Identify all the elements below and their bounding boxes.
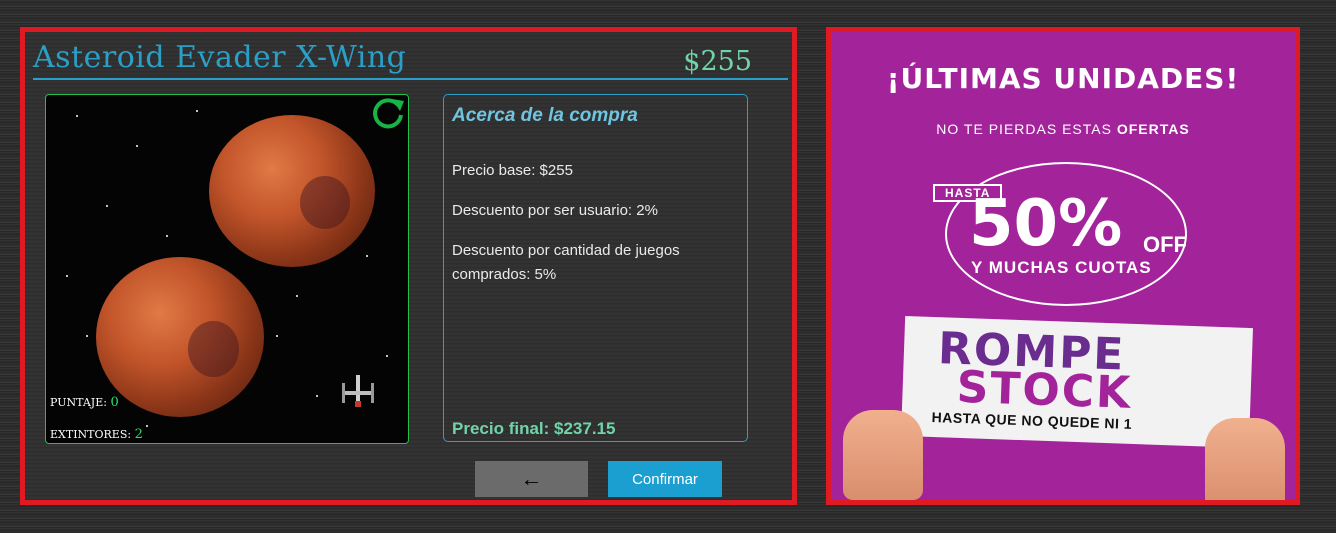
back-button[interactable]: ←: [475, 461, 588, 497]
ad-cuotas: Y MUCHAS CUOTAS: [971, 258, 1152, 277]
rompe-stock-sign: ROMPE STOCK HASTA QUE NO QUEDE NI 1: [901, 315, 1253, 449]
product-title: Asteroid Evader X-Wing: [33, 40, 407, 75]
base-price: Precio base: $255: [452, 162, 573, 179]
left-fist: [843, 410, 923, 500]
right-fist: [1205, 418, 1285, 500]
asteroid-planet: [209, 115, 375, 267]
quantity-discount: Descuento por cantidad de juegos comprad…: [452, 242, 680, 283]
user-discount: Descuento por ser usuario: 2%: [452, 202, 658, 219]
score-display: PUNTAJE: 0: [50, 395, 119, 410]
product-panel: Asteroid Evader X-Wing $255 PUNTAJE: 0 E…: [20, 27, 797, 505]
asteroid-planet: [96, 257, 264, 417]
ad-subline-bold: OFERTAS: [1116, 121, 1190, 137]
ad-headline: ¡ÚLTIMAS UNIDADES!: [886, 62, 1240, 95]
refresh-icon[interactable]: [370, 95, 406, 131]
purchase-summary-heading: Acerca de la compra: [452, 105, 638, 126]
ad-subline: NO TE PIERDAS ESTAS OFERTAS: [831, 121, 1295, 137]
xwing-ship-icon: [342, 375, 374, 407]
extinguishers-display: EXTINTORES: 2: [50, 427, 143, 442]
ad-banner[interactable]: ¡ÚLTIMAS UNIDADES! NO TE PIERDAS ESTAS O…: [826, 27, 1300, 505]
extinguishers-label: EXTINTORES:: [50, 428, 132, 441]
score-value: 0: [110, 395, 119, 410]
ad-off: OFF: [1143, 232, 1187, 257]
purchase-summary: Acerca de la compra Precio base: $255 De…: [443, 94, 748, 442]
extinguishers-value: 2: [134, 427, 143, 442]
title-divider: [33, 78, 788, 80]
confirm-button[interactable]: Confirmar: [608, 461, 722, 497]
score-label: PUNTAJE:: [50, 396, 107, 409]
product-price: $255: [683, 46, 752, 77]
final-price: Precio final: $237.15: [452, 419, 616, 438]
game-preview[interactable]: PUNTAJE: 0 EXTINTORES: 2: [45, 94, 409, 444]
ad-percent: 50%: [969, 187, 1123, 261]
ad-subline-text: NO TE PIERDAS ESTAS: [936, 121, 1112, 137]
